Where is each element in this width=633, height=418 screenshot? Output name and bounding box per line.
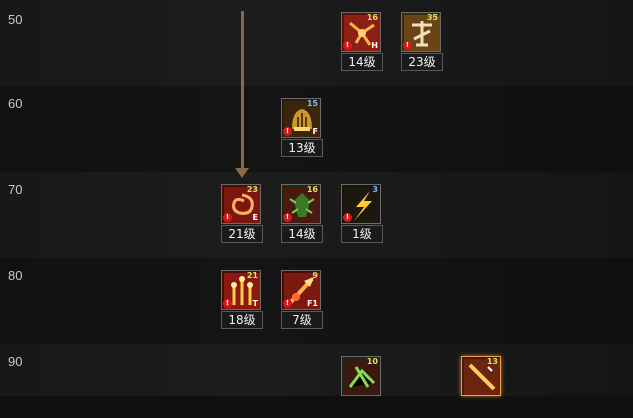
fire-strike-icon: 9 F1 ! (281, 270, 321, 310)
prerequisite-arrow-line (241, 11, 244, 171)
warning-icon: ! (283, 299, 292, 308)
skill-level-badge: 23级 (401, 53, 443, 71)
skill-level-badge: 7级 (281, 311, 323, 329)
green-shards-icon: 10 (341, 356, 381, 396)
skill-slot-green-beast[interactable]: 16 ! 14级 (281, 184, 323, 246)
skill-level-badge: 14级 (341, 53, 383, 71)
level-label-70: 70 (8, 182, 23, 197)
skill-slot-lightning-bolt[interactable]: 3 ! 1级 (341, 184, 383, 246)
skill-slot-green-shards[interactable]: 10 (341, 356, 383, 418)
crimson-swirl-icon: 23 E ! (221, 184, 261, 224)
skill-level-badge: 13级 (281, 139, 323, 157)
warning-icon: ! (283, 213, 292, 222)
flame-pillars-icon: 21 T ! (221, 270, 261, 310)
prerequisite-arrow-head (235, 168, 249, 178)
skill-slot-cracked-rune[interactable]: 16 H ! 14级 (341, 12, 383, 74)
green-beast-icon: 16 ! (281, 184, 321, 224)
skill-slot-golden-blade[interactable]: 13 (461, 356, 503, 418)
rune-glyph-icon: 35 ! (401, 12, 441, 52)
level-label-80: 80 (8, 268, 23, 283)
level-label-90: 90 (8, 354, 23, 369)
level-row-90: 90 (0, 344, 633, 396)
skill-level-badge: 21级 (221, 225, 263, 243)
level-label-60: 60 (8, 96, 23, 111)
level-row-50: 50 (0, 0, 633, 86)
warning-icon: ! (223, 213, 232, 222)
skill-slot-golden-helm[interactable]: 15 F ! 13级 (281, 98, 323, 160)
warning-icon: ! (403, 41, 412, 50)
warning-icon: ! (283, 127, 292, 136)
warning-icon: ! (343, 213, 352, 222)
skill-level-badge: 1级 (341, 225, 383, 243)
golden-helm-icon: 15 F ! (281, 98, 321, 138)
warning-icon: ! (343, 41, 352, 50)
cracked-rune-icon: 16 H ! (341, 12, 381, 52)
skill-slot-crimson-swirl[interactable]: 23 E ! 21级 (221, 184, 263, 246)
skill-slot-flame-pillars[interactable]: 21 T ! 18级 (221, 270, 263, 332)
skill-slot-fire-strike[interactable]: 9 F1 ! 7级 (281, 270, 323, 332)
skill-slot-rune-glyph[interactable]: 35 ! 23级 (401, 12, 443, 74)
lightning-bolt-icon: 3 ! (341, 184, 381, 224)
warning-icon: ! (223, 299, 232, 308)
level-label-50: 50 (8, 12, 23, 27)
golden-blade-icon: 13 (461, 356, 501, 396)
skill-level-badge: 18级 (221, 311, 263, 329)
skill-level-badge: 14级 (281, 225, 323, 243)
